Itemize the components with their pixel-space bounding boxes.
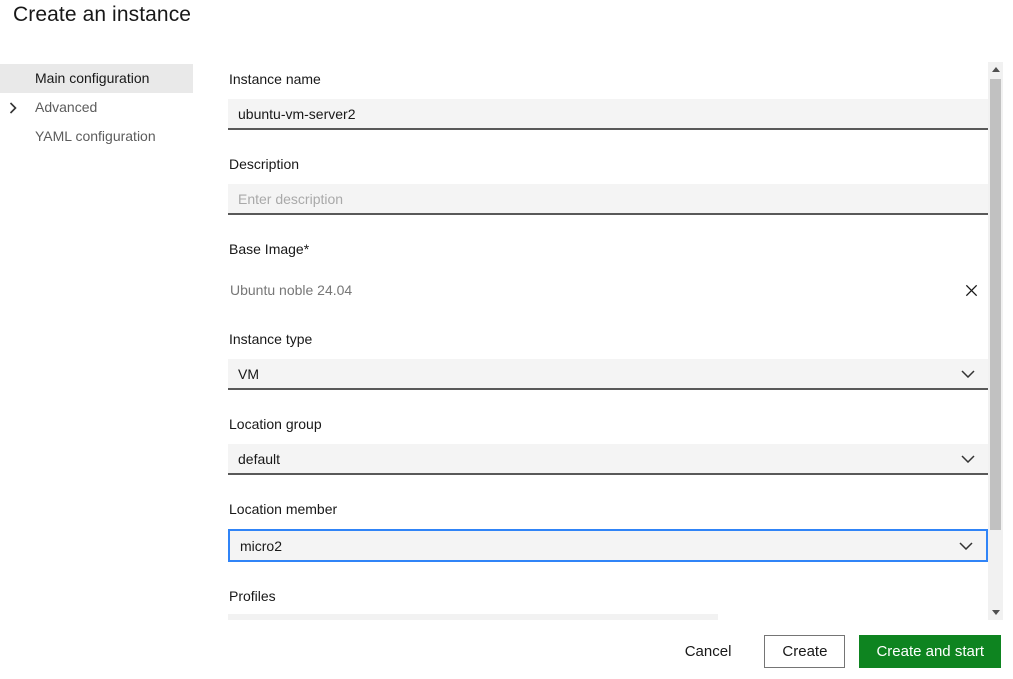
triangle-down-icon (991, 610, 1000, 615)
triangle-up-icon (991, 67, 1000, 72)
description-input[interactable] (228, 184, 988, 215)
sidebar-item-main-configuration[interactable]: Main configuration (0, 64, 193, 93)
sidebar-item-label: YAML configuration (35, 128, 156, 144)
page-title: Create an instance (13, 3, 192, 26)
instance-name-label: Instance name (229, 71, 321, 87)
chevron-right-icon (9, 93, 17, 122)
instance-type-value: VM (238, 365, 259, 382)
sidebar-item-label: Main configuration (35, 70, 150, 86)
scrollbar-thumb[interactable] (990, 79, 1001, 530)
location-member-value: micro2 (240, 537, 283, 554)
profiles-label: Profiles (229, 588, 276, 604)
base-image-row: Ubuntu noble 24.04 (228, 275, 988, 305)
description-label: Description (229, 156, 300, 172)
base-image-value: Ubuntu noble 24.04 (230, 282, 353, 298)
location-group-value: default (238, 450, 281, 467)
location-group-select[interactable]: default (228, 444, 988, 475)
create-button[interactable]: Create (764, 635, 846, 668)
sidebar-item-yaml-configuration[interactable]: YAML configuration (0, 122, 193, 151)
chevron-down-icon (959, 541, 973, 550)
profiles-select-clipped[interactable] (228, 614, 718, 620)
location-group-label: Location group (229, 416, 322, 432)
instance-name-input[interactable] (228, 99, 988, 130)
scrollbar-down-button[interactable] (988, 605, 1003, 620)
sidebar: Main configuration Advanced YAML configu… (0, 64, 193, 151)
main-configuration-form: Instance name Description Base Image* Ub… (228, 62, 988, 620)
sidebar-item-label: Advanced (35, 99, 98, 115)
chevron-down-icon (961, 369, 975, 378)
cancel-button[interactable]: Cancel (685, 643, 732, 660)
instance-type-label: Instance type (229, 331, 313, 347)
chevron-down-icon (961, 454, 975, 463)
vertical-scrollbar[interactable] (988, 62, 1003, 620)
x-icon (964, 283, 979, 298)
create-and-start-button[interactable]: Create and start (859, 635, 1001, 668)
base-image-clear-button[interactable] (960, 279, 982, 301)
location-member-label: Location member (229, 501, 338, 517)
sidebar-item-advanced[interactable]: Advanced (0, 93, 193, 122)
instance-type-select[interactable]: VM (228, 359, 988, 390)
location-member-select[interactable]: micro2 (228, 529, 988, 562)
footer-actions: Cancel Create Create and start (0, 630, 1013, 679)
base-image-label: Base Image* (229, 241, 310, 257)
scrollbar-up-button[interactable] (988, 62, 1003, 77)
